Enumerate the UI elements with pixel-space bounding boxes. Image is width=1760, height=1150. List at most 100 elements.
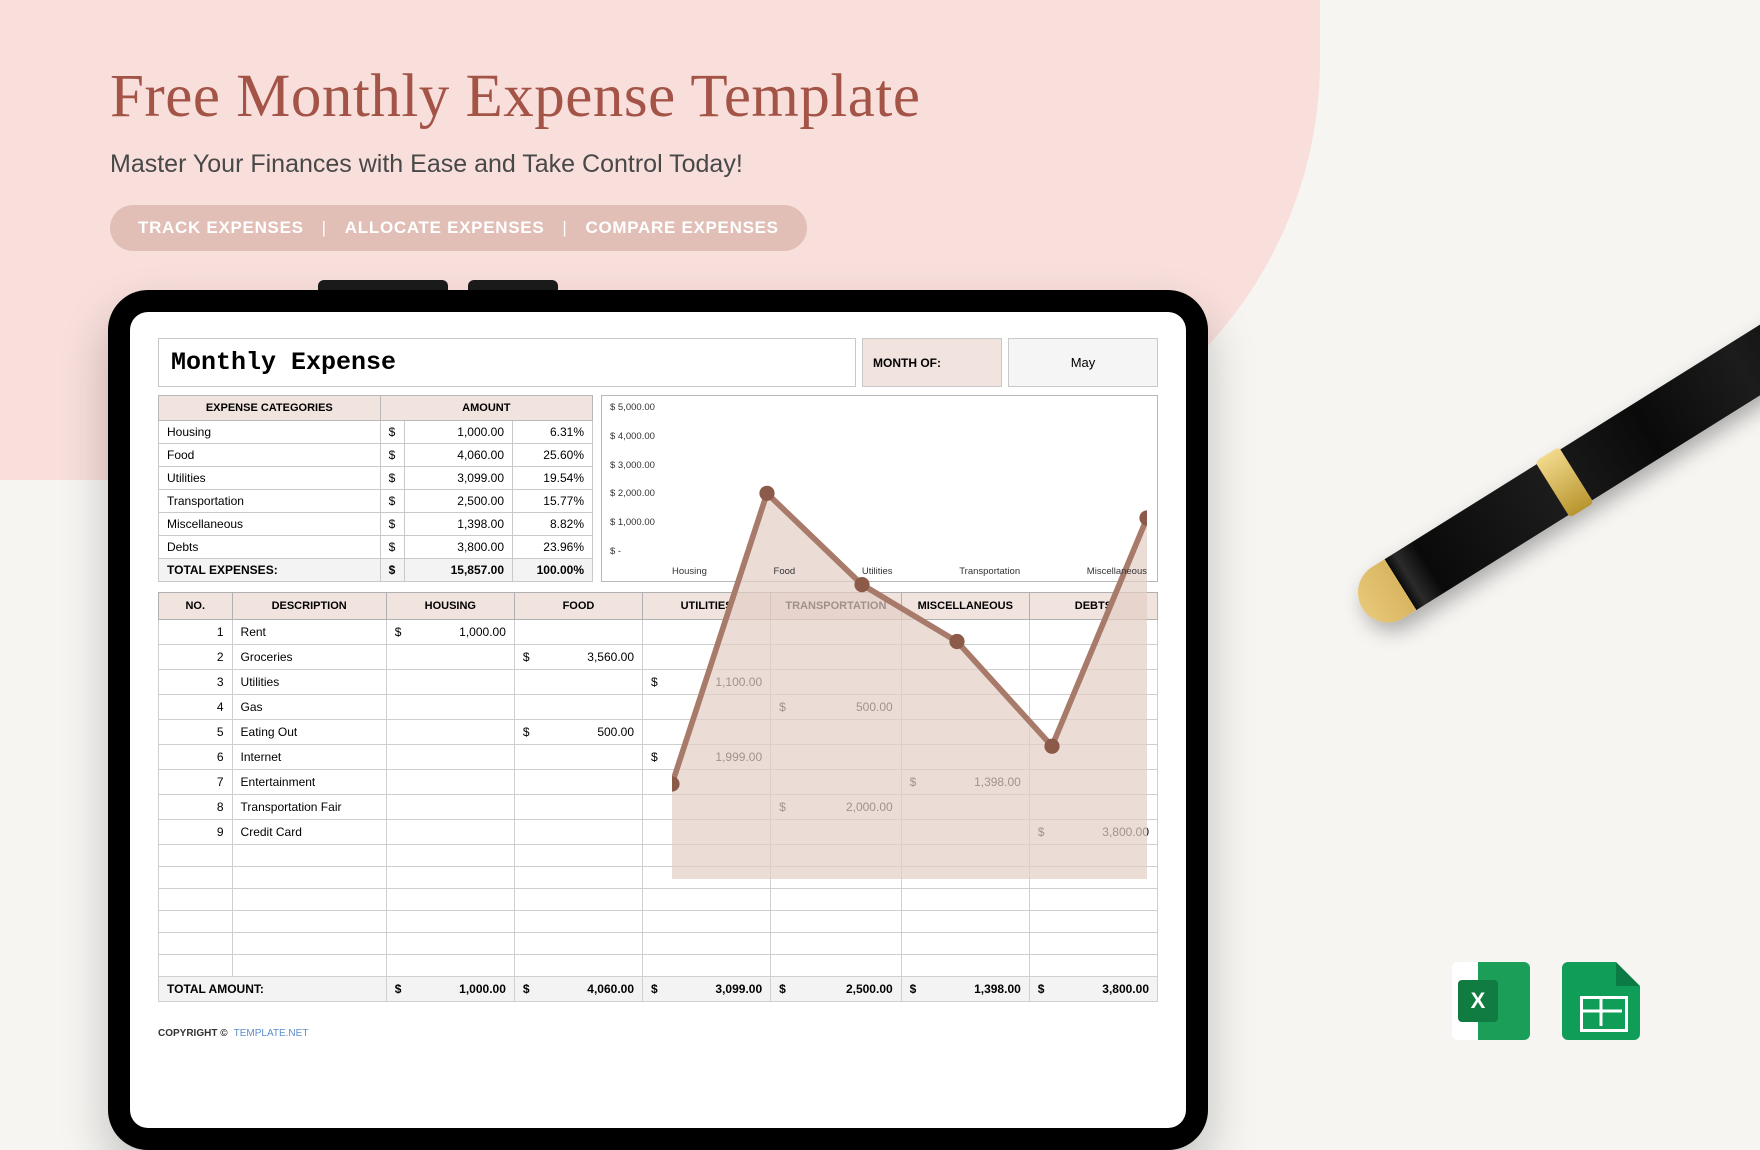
category-amount[interactable]: 3,800.00 xyxy=(404,536,512,559)
category-pct: 8.82% xyxy=(513,513,593,536)
sheet-title-row: Monthly Expense MONTH OF: May xyxy=(158,338,1158,387)
table-row-blank xyxy=(159,911,1158,933)
detail-header: DESCRIPTION xyxy=(232,593,386,620)
page-title: Free Monthly Expense Template xyxy=(110,62,920,132)
category-name[interactable]: Miscellaneous xyxy=(159,513,381,536)
summary-row: EXPENSE CATEGORIES AMOUNT Housing$1,000.… xyxy=(158,395,1158,582)
cell-empty[interactable] xyxy=(386,795,514,820)
category-name[interactable]: Utilities xyxy=(159,467,381,490)
row-desc[interactable]: Entertainment xyxy=(232,770,386,795)
total-pct: 100.00% xyxy=(513,559,593,582)
category-amount[interactable]: 4,060.00 xyxy=(404,444,512,467)
currency: $ xyxy=(380,421,404,444)
x-tick: Miscellaneous xyxy=(1087,566,1147,577)
y-tick: $ 4,000.00 xyxy=(610,431,668,442)
tag-allocate: ALLOCATE EXPENSES xyxy=(345,218,545,238)
category-amount[interactable]: 1,398.00 xyxy=(404,513,512,536)
cell-empty[interactable] xyxy=(386,745,514,770)
row-desc[interactable]: Groceries xyxy=(232,645,386,670)
cell-empty[interactable] xyxy=(386,695,514,720)
chart-plot xyxy=(672,404,1147,879)
cell-empty[interactable] xyxy=(386,720,514,745)
tag-separator: | xyxy=(562,218,567,238)
page-header: Free Monthly Expense Template Master You… xyxy=(110,62,920,251)
total-label: TOTAL EXPENSES: xyxy=(159,559,381,582)
total-amount: 15,857.00 xyxy=(404,559,512,582)
chart-x-axis: HousingFoodUtilitiesTransportationMiscel… xyxy=(672,566,1147,577)
total-cell: $3,800.00 xyxy=(1029,977,1157,1002)
currency: $ xyxy=(380,513,404,536)
total-cell: $4,060.00 xyxy=(514,977,642,1002)
row-desc[interactable]: Eating Out xyxy=(232,720,386,745)
currency: $ xyxy=(380,467,404,490)
copyright-link[interactable]: TEMPLATE.NET xyxy=(234,1028,309,1039)
x-tick: Food xyxy=(774,566,796,577)
copyright-label: COPYRIGHT © xyxy=(158,1028,228,1039)
cell-empty[interactable] xyxy=(514,745,642,770)
category-amount[interactable]: 3,099.00 xyxy=(404,467,512,490)
category-name[interactable]: Transportation xyxy=(159,490,381,513)
category-name[interactable]: Debts xyxy=(159,536,381,559)
row-desc[interactable]: Transportation Fair xyxy=(232,795,386,820)
cell-empty[interactable] xyxy=(514,820,642,845)
col-categories: EXPENSE CATEGORIES xyxy=(159,396,381,421)
cell-empty[interactable] xyxy=(514,620,642,645)
row-no: 2 xyxy=(159,645,233,670)
currency: $ xyxy=(380,536,404,559)
cell-empty[interactable] xyxy=(386,820,514,845)
row-desc[interactable]: Gas xyxy=(232,695,386,720)
cell-empty[interactable] xyxy=(514,670,642,695)
cell-empty[interactable] xyxy=(514,795,642,820)
category-pct: 25.60% xyxy=(513,444,593,467)
row-desc[interactable]: Rent xyxy=(232,620,386,645)
row-no: 7 xyxy=(159,770,233,795)
cell-empty[interactable] xyxy=(386,670,514,695)
pen-decoration xyxy=(1347,286,1760,634)
row-no: 6 xyxy=(159,745,233,770)
category-pct: 15.77% xyxy=(513,490,593,513)
total-row: TOTAL AMOUNT:$1,000.00$4,060.00$3,099.00… xyxy=(159,977,1158,1002)
category-amount[interactable]: 2,500.00 xyxy=(404,490,512,513)
category-name[interactable]: Housing xyxy=(159,421,381,444)
detail-header: NO. xyxy=(159,593,233,620)
category-amount[interactable]: 1,000.00 xyxy=(404,421,512,444)
y-tick: $ 1,000.00 xyxy=(610,517,668,528)
currency: $ xyxy=(380,444,404,467)
tablet-device: Monthly Expense MONTH OF: May EXPENSE CA… xyxy=(108,290,1208,1150)
y-tick: $ 3,000.00 xyxy=(610,460,668,471)
month-label: MONTH OF: xyxy=(862,338,1002,387)
col-amount: AMOUNT xyxy=(380,396,592,421)
cell-empty[interactable] xyxy=(386,645,514,670)
google-sheets-icon xyxy=(1562,962,1640,1040)
tag-separator: | xyxy=(322,218,327,238)
cell-amount[interactable]: $3,560.00 xyxy=(514,645,642,670)
cell-empty[interactable] xyxy=(514,770,642,795)
cell-empty[interactable] xyxy=(514,695,642,720)
tag-compare: COMPARE EXPENSES xyxy=(585,218,778,238)
row-no: 8 xyxy=(159,795,233,820)
cell-amount[interactable]: $500.00 xyxy=(514,720,642,745)
category-pct: 6.31% xyxy=(513,421,593,444)
row-no: 3 xyxy=(159,670,233,695)
row-desc[interactable]: Credit Card xyxy=(232,820,386,845)
total-cell: $1,398.00 xyxy=(901,977,1029,1002)
total-cell: $1,000.00 xyxy=(386,977,514,1002)
app-icons xyxy=(1452,962,1640,1040)
y-tick: $ - xyxy=(610,546,668,557)
sheet-title: Monthly Expense xyxy=(158,338,856,387)
excel-icon xyxy=(1452,962,1530,1040)
month-value[interactable]: May xyxy=(1008,338,1158,387)
row-no: 1 xyxy=(159,620,233,645)
row-desc[interactable]: Internet xyxy=(232,745,386,770)
cell-amount[interactable]: $1,000.00 xyxy=(386,620,514,645)
category-pct: 19.54% xyxy=(513,467,593,490)
cell-empty[interactable] xyxy=(386,770,514,795)
total-label: TOTAL AMOUNT: xyxy=(159,977,387,1002)
table-row-blank xyxy=(159,933,1158,955)
row-desc[interactable]: Utilities xyxy=(232,670,386,695)
category-name[interactable]: Food xyxy=(159,444,381,467)
feature-tags: TRACK EXPENSES | ALLOCATE EXPENSES | COM… xyxy=(110,205,807,251)
table-row-blank xyxy=(159,889,1158,911)
tag-track: TRACK EXPENSES xyxy=(138,218,304,238)
x-tick: Transportation xyxy=(959,566,1020,577)
